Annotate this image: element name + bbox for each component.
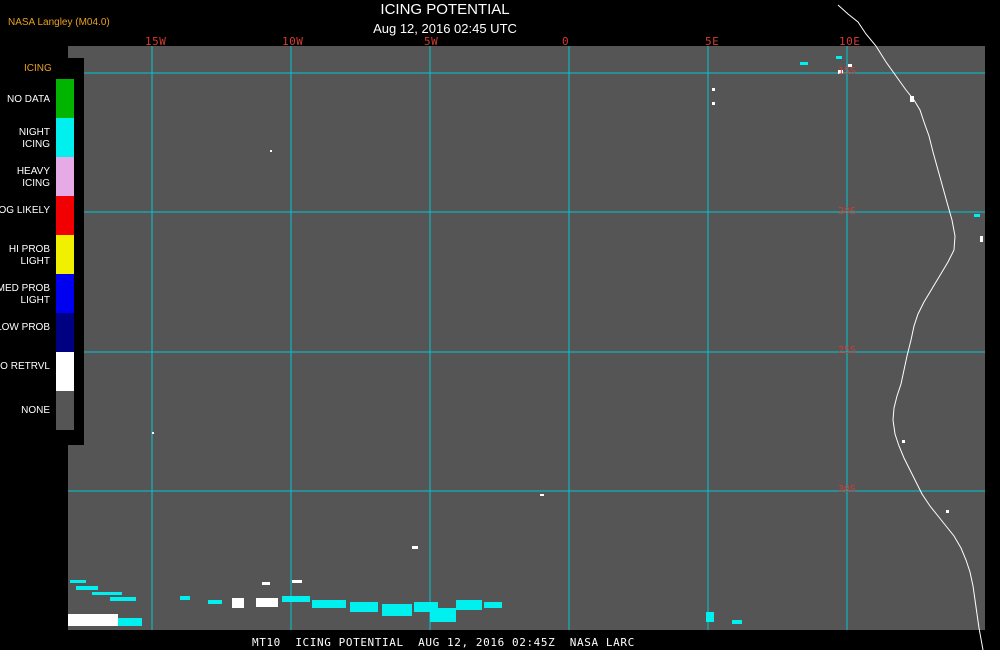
- lon-label-10w: 10W: [282, 35, 304, 48]
- legend-item-heavy-icing: HEAVY ICING: [0, 157, 84, 196]
- legend-label: LOW PROB: [0, 322, 50, 333]
- icing-map: [68, 4, 985, 650]
- lon-label-15w: 15W: [145, 35, 167, 48]
- legend-title: ICING: [24, 63, 52, 74]
- lat-label-25s: 25S: [838, 345, 857, 356]
- legend-item-no-retrvl: NO RETRVL: [0, 352, 84, 391]
- legend-item-none: NONE: [0, 391, 84, 430]
- legend-swatch: [56, 391, 74, 430]
- legend-item-low-prob: LOW PROB: [0, 313, 84, 352]
- legend-item-hi-prob-light: HI PROB LIGHT: [0, 235, 84, 274]
- legend-label: NO DATA: [7, 94, 50, 105]
- legend-label: MED PROB LIGHT: [0, 283, 50, 306]
- map-title: ICING POTENTIAL: [380, 1, 510, 18]
- legend-item-no-data: NO DATA: [0, 79, 84, 118]
- footer-caption: MT10 ICING POTENTIAL AUG 12, 2016 02:45Z…: [252, 636, 635, 649]
- legend-item-med-prob-light: MED PROB LIGHT: [0, 274, 84, 313]
- legend-swatch: [56, 313, 74, 352]
- legend-swatch: [56, 274, 74, 313]
- lat-label-15s: 15S: [838, 66, 857, 77]
- lon-label-10e: 10E: [839, 35, 861, 48]
- lat-label-20s: 20S: [838, 206, 857, 217]
- legend-label: HEAVY ICING: [16, 166, 50, 189]
- legend-label: HI PROB LIGHT: [8, 244, 50, 267]
- legend-label: MOG LIKELY: [0, 205, 50, 216]
- legend-label: NO RETRVL: [0, 361, 50, 372]
- producer-label: NASA Langley (M04.0): [8, 17, 110, 28]
- legend-swatch: [56, 352, 74, 391]
- legend-swatch: [56, 118, 74, 157]
- legend-label: NIGHT ICING: [18, 127, 50, 150]
- legend-item-night-icing: NIGHT ICING: [0, 118, 84, 157]
- icing-legend: NO DATA NIGHT ICING HEAVY ICING MOG LIKE…: [0, 58, 84, 445]
- legend-label: NONE: [21, 405, 50, 416]
- legend-swatch: [56, 79, 74, 118]
- lat-label-30s: 30S: [838, 484, 857, 495]
- lon-label-5w: 5W: [424, 35, 439, 48]
- map-timestamp: Aug 12, 2016 02:45 UTC: [373, 21, 517, 36]
- legend-swatch: [56, 196, 74, 235]
- legend-item-mog-likely: MOG LIKELY: [0, 196, 84, 235]
- legend-swatch: [56, 157, 74, 196]
- lon-label-5e: 5E: [705, 35, 720, 48]
- lon-label-0: 0: [562, 35, 570, 48]
- legend-swatch: [56, 235, 74, 274]
